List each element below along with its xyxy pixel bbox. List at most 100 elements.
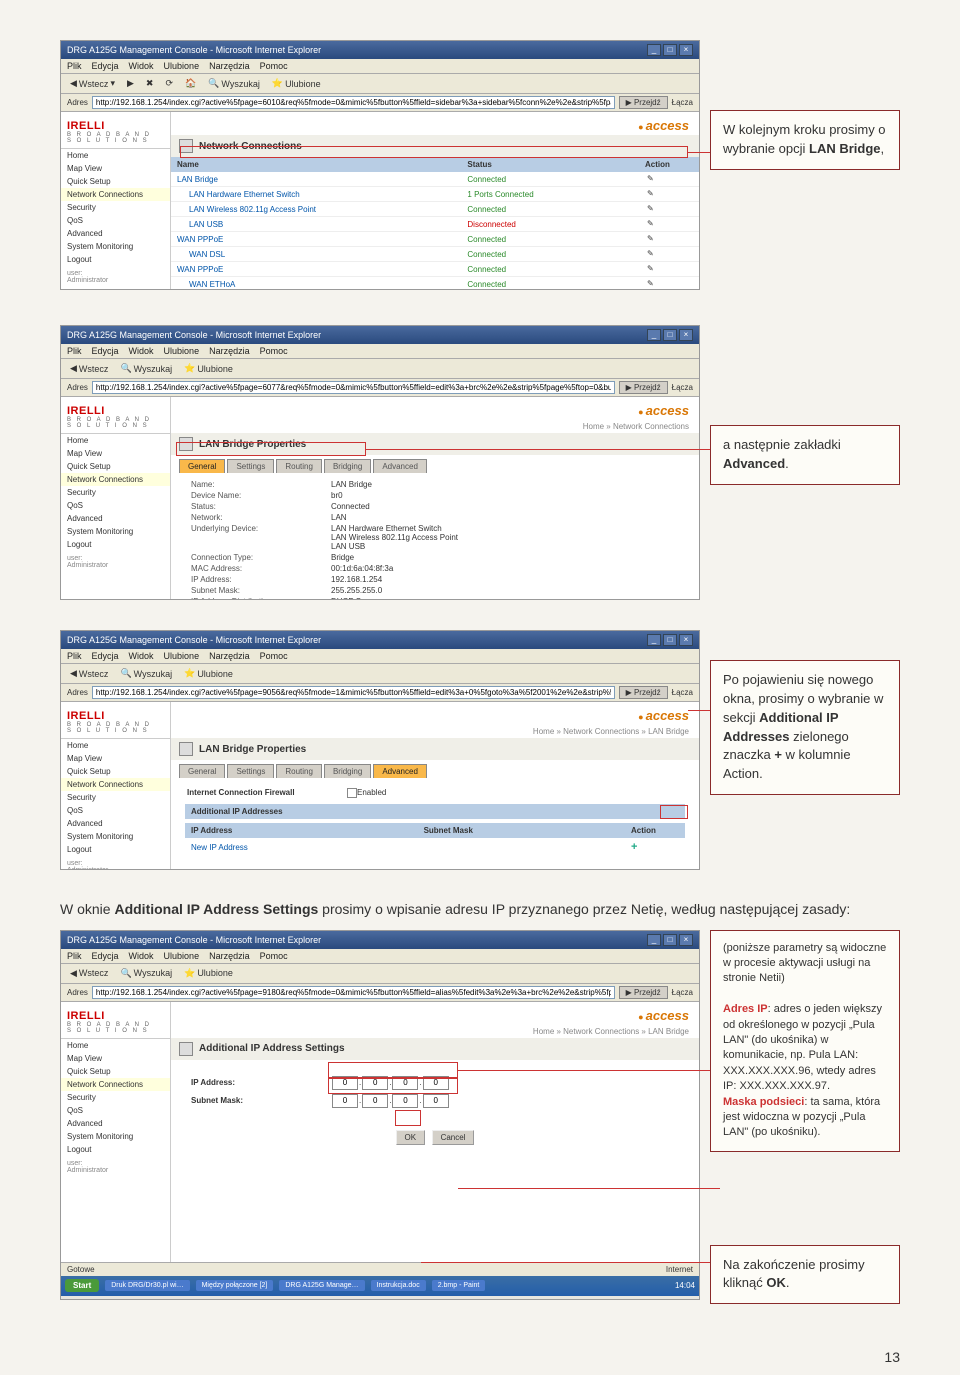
back-button[interactable]: ◀ Wstecz bbox=[67, 667, 111, 680]
minimize-icon[interactable]: _ bbox=[647, 329, 661, 341]
sidebar-item-advanced[interactable]: Advanced bbox=[61, 227, 170, 240]
favorites-button[interactable]: ⭐ Ulubione bbox=[181, 967, 236, 980]
browser-toolbar: ◀ Wstecz ▾ ▶ ✖ ⟳ 🏠 🔍 Wyszukaj ⭐ Ulubione bbox=[61, 74, 699, 94]
refresh-button[interactable]: ⟳ bbox=[162, 77, 176, 90]
menu-help[interactable]: Pomoc bbox=[260, 61, 288, 71]
new-ip-link[interactable]: New IP Address bbox=[185, 838, 418, 856]
ok-button[interactable]: OK bbox=[396, 1130, 426, 1145]
ip-octet-1[interactable] bbox=[332, 1076, 358, 1090]
stop-button[interactable]: ✖ bbox=[143, 77, 157, 90]
edit-icon[interactable]: ✎ bbox=[647, 264, 657, 274]
favorites-button[interactable]: ⭐ Ulubione bbox=[181, 667, 236, 680]
go-button[interactable]: ▶ Przejdź bbox=[619, 96, 668, 109]
sidebar-item-sysmon[interactable]: System Monitoring bbox=[61, 240, 170, 253]
back-button[interactable]: ◀ Wstecz bbox=[67, 967, 111, 980]
go-button[interactable]: ▶ Przejdź bbox=[619, 986, 668, 999]
fwd-button[interactable]: ▶ bbox=[124, 77, 137, 90]
home-button[interactable]: 🏠 bbox=[182, 77, 199, 90]
sidebar-item-security[interactable]: Security bbox=[61, 201, 170, 214]
favorites-button[interactable]: ⭐ Ulubione bbox=[269, 77, 324, 90]
menubar: PlikEdycjaWidokUlubioneNarzędziaPomoc bbox=[61, 649, 699, 664]
maximize-icon[interactable]: □ bbox=[663, 44, 677, 56]
favorites-button[interactable]: ⭐ Ulubione bbox=[181, 362, 236, 375]
menu-edit[interactable]: Edycja bbox=[92, 61, 119, 71]
callout-advanced-tab: a następnie zakładki Advanced. bbox=[710, 425, 900, 485]
mask-octet-4[interactable] bbox=[423, 1094, 449, 1108]
url-input[interactable] bbox=[92, 986, 615, 999]
mask-octet-1[interactable] bbox=[332, 1094, 358, 1108]
close-icon[interactable]: × bbox=[679, 329, 693, 341]
panel-title: Network Connections bbox=[171, 135, 699, 157]
edit-icon[interactable]: ✎ bbox=[647, 204, 657, 214]
ip-octet-2[interactable] bbox=[362, 1076, 388, 1090]
clock: 14:04 bbox=[675, 1281, 695, 1290]
address-bar: Adres ▶ Przejdź Łącza bbox=[61, 379, 699, 397]
breadcrumb: Home » Network Connections bbox=[171, 420, 699, 433]
sidebar-item-quicksetup[interactable]: Quick Setup bbox=[61, 175, 170, 188]
search-button[interactable]: 🔍 Wyszukaj bbox=[117, 362, 175, 375]
taskbar-item[interactable]: Druk DRG/Dr30.pl wi… bbox=[105, 1280, 189, 1291]
table-row: LAN Wireless 802.11g Access PointConnect… bbox=[171, 202, 699, 217]
tab-general[interactable]: General bbox=[179, 459, 225, 473]
edit-icon[interactable]: ✎ bbox=[647, 219, 657, 229]
body-paragraph: W oknie Additional IP Address Settings p… bbox=[60, 900, 900, 920]
go-button[interactable]: ▶ Przejdź bbox=[619, 381, 668, 394]
edit-icon[interactable]: ✎ bbox=[647, 189, 657, 199]
sidebar-item-qos[interactable]: QoS bbox=[61, 214, 170, 227]
taskbar-item[interactable]: 2.bmp - Paint bbox=[432, 1280, 486, 1291]
edit-icon[interactable]: ✎ bbox=[647, 234, 657, 244]
menu-file[interactable]: Plik bbox=[67, 61, 82, 71]
menu-favs[interactable]: Ulubione bbox=[164, 61, 200, 71]
menu-view[interactable]: Widok bbox=[129, 61, 154, 71]
user-role: Administrator bbox=[67, 277, 108, 284]
ip-address-row: IP Address: . . . bbox=[191, 1074, 679, 1092]
minimize-icon[interactable]: _ bbox=[647, 44, 661, 56]
edit-icon[interactable]: ✎ bbox=[647, 174, 657, 184]
plus-icon[interactable]: + bbox=[631, 841, 637, 853]
back-button[interactable]: ◀ Wstecz bbox=[67, 362, 111, 375]
tab-bridging[interactable]: Bridging bbox=[324, 459, 371, 473]
taskbar-item[interactable]: Instrukcja.doc bbox=[371, 1280, 426, 1291]
network-icon bbox=[179, 139, 193, 153]
search-button[interactable]: 🔍 Wyszukaj bbox=[117, 967, 175, 980]
window-titlebar: DRG A125G Management Console - Microsoft… bbox=[61, 326, 699, 344]
firewall-checkbox[interactable] bbox=[347, 788, 357, 798]
table-row: WAN ETHoAConnected✎ bbox=[171, 277, 699, 291]
sidebar-item-mapview[interactable]: Map View bbox=[61, 162, 170, 175]
edit-icon[interactable]: ✎ bbox=[647, 279, 657, 289]
sidebar-item-network[interactable]: Network Connections bbox=[61, 188, 170, 201]
tab-routing[interactable]: Routing bbox=[276, 459, 322, 473]
close-icon[interactable]: × bbox=[679, 44, 693, 56]
taskbar-item[interactable]: Między połączone [2] bbox=[196, 1280, 274, 1291]
cancel-button[interactable]: Cancel bbox=[432, 1130, 475, 1145]
browser-toolbar: ◀ Wstecz 🔍 Wyszukaj ⭐ Ulubione bbox=[61, 664, 699, 684]
ip-octet-3[interactable] bbox=[392, 1076, 418, 1090]
back-button[interactable]: ◀ Wstecz ▾ bbox=[67, 77, 118, 90]
mask-octet-2[interactable] bbox=[362, 1094, 388, 1108]
ip-octet-4[interactable] bbox=[423, 1076, 449, 1090]
mask-octet-3[interactable] bbox=[392, 1094, 418, 1108]
go-button[interactable]: ▶ Przejdź bbox=[619, 686, 668, 699]
window-titlebar: DRG A125G Management Console - Microsoft… bbox=[61, 931, 699, 949]
search-button[interactable]: 🔍 Wyszukaj bbox=[205, 77, 263, 90]
callout-additional-ip: Po pojawieniu się nowego okna, prosimy o… bbox=[710, 660, 900, 795]
url-input[interactable] bbox=[92, 96, 615, 109]
url-input[interactable] bbox=[92, 381, 615, 394]
url-input[interactable] bbox=[92, 686, 615, 699]
start-button[interactable]: Start bbox=[65, 1279, 99, 1292]
maximize-icon[interactable]: □ bbox=[663, 329, 677, 341]
taskbar-item[interactable]: DRG A125G Manage… bbox=[279, 1280, 364, 1291]
tab-settings[interactable]: Settings bbox=[227, 459, 274, 473]
menu-tools[interactable]: Narzędzia bbox=[209, 61, 250, 71]
edit-icon[interactable]: ✎ bbox=[647, 249, 657, 259]
menubar: PlikEdycjaWidokUlubioneNarzędziaPomoc bbox=[61, 344, 699, 359]
addr-label: Adres bbox=[67, 98, 88, 107]
search-button[interactable]: 🔍 Wyszukaj bbox=[117, 667, 175, 680]
screenshot-ip-settings: DRG A125G Management Console - Microsoft… bbox=[60, 930, 700, 1300]
sidebar-item-logout[interactable]: Logout bbox=[61, 253, 170, 266]
sidebar-item-home[interactable]: Home bbox=[61, 149, 170, 162]
table-row: WAN PPPoEConnected✎ bbox=[171, 262, 699, 277]
system-tray: 14:04 bbox=[675, 1281, 695, 1290]
tab-advanced[interactable]: Advanced bbox=[373, 459, 427, 473]
menubar: Plik Edycja Widok Ulubione Narzędzia Pom… bbox=[61, 59, 699, 74]
